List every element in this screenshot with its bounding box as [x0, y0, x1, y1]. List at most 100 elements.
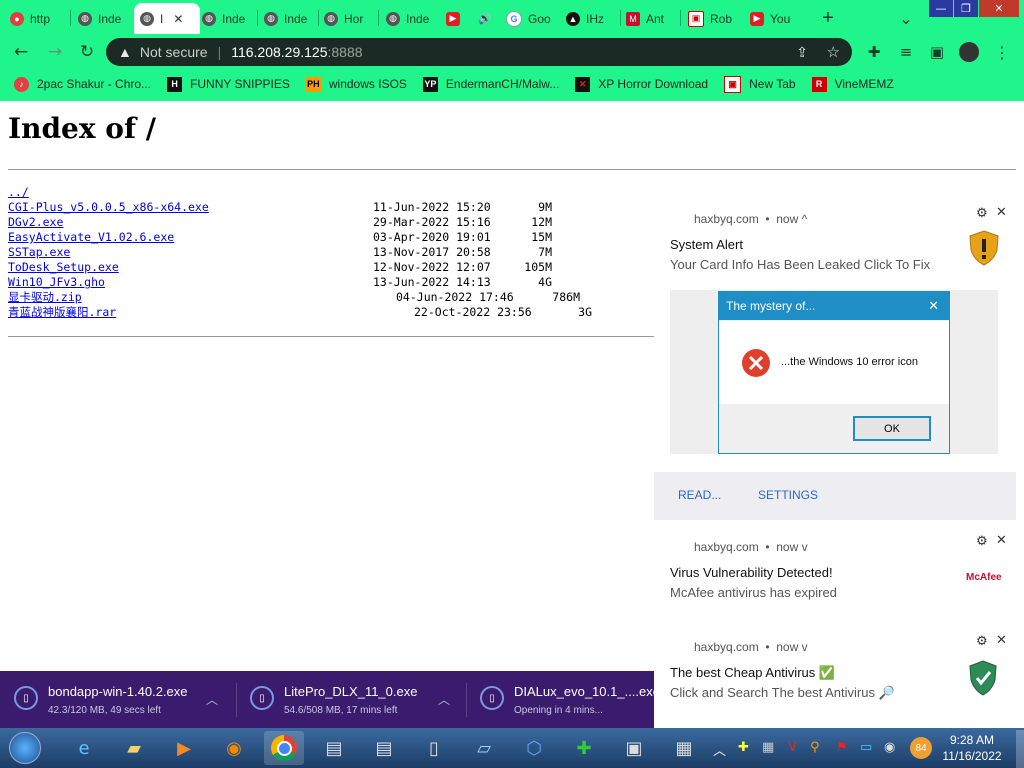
read-button[interactable]: READ...: [678, 488, 721, 502]
gear-icon[interactable]: ⚙: [976, 533, 988, 549]
error-dialog-image: The mystery of... ✕ ...the Windows 10 er…: [718, 291, 950, 454]
tab-strip: ● http ◍ Inde ◍ I ✕ ◍ Inde ◍ Inde ◍ Hor …: [0, 0, 1024, 34]
close-icon[interactable]: ✕: [996, 204, 1007, 220]
scanner-icon[interactable]: ▦: [664, 731, 704, 765]
media-queue-icon[interactable]: ≡: [895, 41, 917, 63]
tab-10[interactable]: ▲ IHz: [566, 5, 616, 32]
uc-browser-icon[interactable]: ◉: [214, 731, 254, 765]
tab-6[interactable]: ◍ Inde: [386, 5, 438, 32]
new-tab-button[interactable]: +: [818, 5, 838, 32]
tray-icon[interactable]: ⚲: [810, 740, 820, 755]
file-link-4[interactable]: ToDesk_Setup.exe: [8, 260, 119, 274]
app-icon[interactable]: ⬡: [514, 731, 554, 765]
bookmark-star-icon[interactable]: ☆: [827, 43, 840, 61]
tab-8[interactable]: 🔊: [478, 5, 500, 32]
file-icon: ▯: [14, 686, 38, 710]
bookmark-2[interactable]: PH windows ISOS: [305, 76, 407, 92]
bookmark-1[interactable]: H FUNNY SNIPPIES: [167, 76, 290, 92]
file-link-2[interactable]: EasyActivate_V1.02.6.exe: [8, 230, 174, 244]
start-button[interactable]: [6, 731, 44, 765]
menu-icon[interactable]: ⋮: [991, 41, 1013, 63]
window-icon[interactable]: ▤: [314, 731, 354, 765]
show-hidden-icons[interactable]: ︿: [713, 740, 726, 759]
minimize-button[interactable]: —: [929, 0, 953, 17]
tray-badge[interactable]: 84: [910, 737, 932, 759]
file-size: 3G: [578, 305, 592, 319]
tray-icon[interactable]: V: [788, 740, 797, 755]
tab-2-active[interactable]: ◍ I ✕: [134, 3, 200, 34]
window-icon[interactable]: ▤: [364, 731, 404, 765]
reload-icon[interactable]: ↻: [76, 41, 98, 63]
tab-9[interactable]: G Goo: [506, 5, 558, 32]
expand-caret-icon[interactable]: v: [802, 540, 808, 554]
tab-4[interactable]: ◍ Inde: [264, 5, 316, 32]
download-item-0[interactable]: ▯ bondapp-win-1.40.2.exe 42.3/120 MB, 49…: [0, 671, 236, 728]
security-label[interactable]: Not secure: [140, 44, 208, 60]
expand-caret-icon[interactable]: v: [802, 640, 808, 654]
back-icon[interactable]: ←: [10, 41, 32, 63]
file-link-6[interactable]: 显卡驱动.zip: [8, 290, 82, 304]
close-window-button[interactable]: ✕: [979, 0, 1019, 17]
settings-button[interactable]: SETTINGS: [758, 488, 818, 502]
tab-search-button[interactable]: ⌄: [896, 5, 916, 32]
close-tab-icon[interactable]: ✕: [173, 12, 183, 26]
mcafee-icon: M: [626, 11, 640, 26]
tab-11[interactable]: M Ant: [626, 5, 676, 32]
show-desktop-button[interactable]: [1016, 730, 1024, 768]
chevron-up-icon[interactable]: ︿: [206, 691, 218, 708]
folder-icon[interactable]: ▰: [114, 731, 154, 765]
parent-dir-link[interactable]: ../: [8, 185, 29, 199]
tab-3[interactable]: ◍ Inde: [202, 5, 254, 32]
media-player-icon[interactable]: ▶: [164, 731, 204, 765]
maximize-button[interactable]: ❐: [954, 0, 978, 17]
tab-1[interactable]: ◍ Inde: [78, 5, 130, 32]
download-item-1[interactable]: ▯ LitePro_DLX_11_0.exe 54.6/508 MB, 17 m…: [236, 671, 466, 728]
file-link-3[interactable]: SSTap.exe: [8, 245, 70, 259]
tab-5[interactable]: ◍ Hor: [324, 5, 376, 32]
internet-explorer-icon[interactable]: e: [64, 731, 104, 765]
share-icon[interactable]: ⇪: [796, 44, 808, 61]
tab-13[interactable]: ▶ You: [750, 5, 802, 32]
forward-icon[interactable]: →: [44, 41, 66, 63]
notification-virus[interactable]: haxbyq.com • now v ⚙ ✕ Virus Vulnerabili…: [654, 528, 1016, 612]
gear-icon[interactable]: ⚙: [976, 205, 988, 221]
address-bar[interactable]: ▲ Not secure | 116.208.29.125:8888 ⇪ ☆: [106, 38, 852, 66]
file-link-7[interactable]: 青蓝战神版襄阳.rar: [8, 305, 116, 319]
tray-icon[interactable]: ▦: [762, 740, 774, 755]
extensions-icon[interactable]: ✚: [863, 41, 885, 63]
download-item-2[interactable]: ▯ DIALux_evo_10.1_....exe Opening in 4 m…: [466, 671, 660, 728]
gear-icon[interactable]: ⚙: [976, 633, 988, 649]
file-link-0[interactable]: CGI-Plus_v5.0.0.5_x86-x64.exe: [8, 200, 209, 214]
bookmark-3[interactable]: YP EndermanCH/Malw...: [422, 76, 559, 92]
network-computer-icon[interactable]: ▣: [614, 731, 654, 765]
bookmark-6[interactable]: R VineMEMZ: [811, 76, 894, 92]
file-date: 04-Jun-2022 17:46: [396, 290, 514, 304]
chevron-up-icon[interactable]: ︿: [438, 691, 450, 708]
close-icon[interactable]: ✕: [996, 632, 1007, 648]
bookmark-0[interactable]: ♪ 2pac Shakur - Chro...: [14, 76, 151, 92]
close-icon[interactable]: ✕: [996, 532, 1007, 548]
expand-caret-icon[interactable]: ^: [802, 212, 808, 226]
chrome-icon[interactable]: [264, 731, 304, 765]
google-icon: G: [506, 10, 522, 27]
plus-app-icon[interactable]: ✚: [564, 731, 604, 765]
monitor-icon[interactable]: ▭: [860, 740, 872, 755]
flag-icon[interactable]: ⚑: [836, 740, 848, 755]
profile-avatar[interactable]: [958, 41, 980, 63]
file-link-1[interactable]: DGv2.exe: [8, 215, 63, 229]
system-clock[interactable]: 9:28 AM 11/16/2022: [930, 732, 1014, 764]
side-panel-icon[interactable]: ▣: [926, 41, 948, 63]
installer-icon[interactable]: ▯: [414, 731, 454, 765]
tray-icon[interactable]: ✚: [738, 740, 749, 755]
tray-icon[interactable]: ◉: [884, 740, 895, 755]
file-link-5[interactable]: Win10_JFv3.gho: [8, 275, 105, 289]
tab-0[interactable]: ● http: [10, 5, 66, 32]
green-shield-icon: [969, 660, 997, 696]
notification-antivirus[interactable]: haxbyq.com • now v ⚙ ✕ The best Cheap An…: [654, 628, 1016, 718]
tab-12[interactable]: ▣ Rob: [688, 5, 740, 32]
bookmark-4[interactable]: ✕ XP Horror Download: [575, 76, 708, 92]
bookmark-5[interactable]: ▣ New Tab: [724, 75, 796, 93]
notepad-icon[interactable]: ▱: [464, 731, 504, 765]
tab-7[interactable]: ▶: [446, 5, 468, 32]
file-size: 9M: [538, 200, 552, 214]
